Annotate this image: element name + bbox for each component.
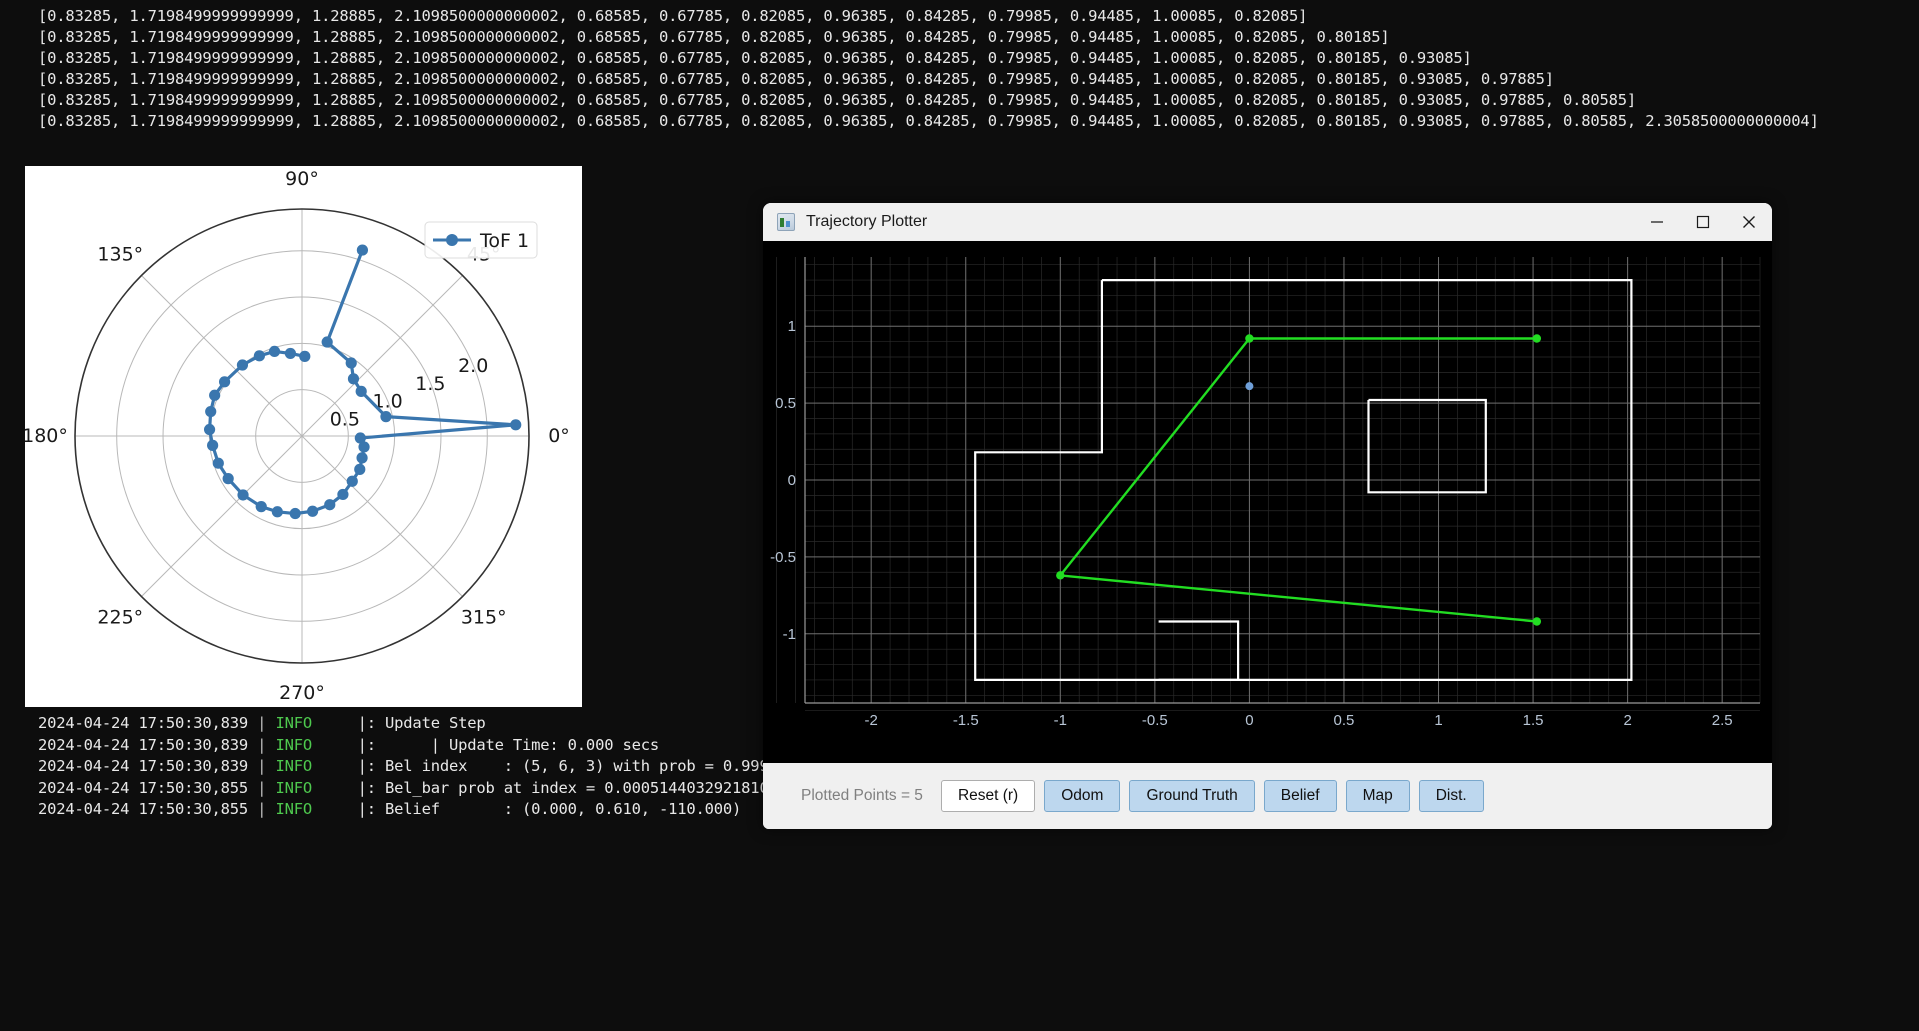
polar-legend: ToF 1 bbox=[424, 221, 538, 259]
polar-legend-label: ToF 1 bbox=[479, 230, 529, 252]
terminal-line: [0.83285, 1.7198499999999999, 1.28885, 2… bbox=[38, 7, 1308, 25]
log-level: INFO bbox=[275, 735, 312, 754]
log-separator: | bbox=[257, 735, 276, 754]
traj-x-tick: 2 bbox=[1623, 712, 1631, 729]
log-timestamp: 2024-04-24 17:50:30,855 bbox=[38, 778, 258, 797]
log-timestamp: 2024-04-24 17:50:30,839 bbox=[38, 714, 258, 732]
log-message: |: | Update Time: 0.000 secs bbox=[357, 735, 660, 754]
log-pad bbox=[312, 779, 358, 797]
plotter-toolbar: Plotted Points = 5 Reset (r) Odom Ground T… bbox=[763, 763, 1772, 829]
traj-y-tick: 1 bbox=[788, 318, 796, 335]
polar-angle-tick: 0° bbox=[548, 425, 570, 447]
maximize-button[interactable] bbox=[1680, 203, 1726, 241]
log-separator: | bbox=[257, 714, 276, 732]
terminal-line: [0.83285, 1.7198499999999999, 1.28885, 2… bbox=[38, 70, 1554, 88]
terminal-line: [0.83285, 1.7198499999999999, 1.28885, 2… bbox=[38, 91, 1637, 109]
log-separator: | bbox=[257, 800, 276, 818]
trajectory-point bbox=[1532, 617, 1542, 626]
traj-x-tick: -1 bbox=[1054, 712, 1067, 729]
toolbar-button-ground-truth[interactable]: Ground Truth bbox=[1129, 780, 1255, 812]
traj-x-tick: 2.5 bbox=[1712, 712, 1733, 729]
polar-angle-tick: 90° bbox=[285, 168, 319, 190]
polar-radial-tick: 1.5 bbox=[415, 373, 445, 395]
trajectory-plotter-window: Trajectory Plotter -2 -1.5 -1 -0.5 0 0.5 1 1.5 bbox=[763, 203, 1772, 829]
window-titlebar[interactable]: Trajectory Plotter bbox=[763, 203, 1772, 241]
traj-y-tick: -0.5 bbox=[770, 549, 796, 566]
log-timestamp: 2024-04-24 17:50:30,839 bbox=[38, 735, 258, 754]
log-timestamp: 2024-04-24 17:50:30,839 bbox=[38, 757, 258, 775]
traj-x-tick: 0 bbox=[1245, 712, 1253, 729]
polar-radial-tick: 0.5 bbox=[330, 408, 360, 430]
trajectory-point bbox=[1245, 334, 1254, 343]
trajectory-point bbox=[1532, 334, 1542, 343]
toolbar-button-belief[interactable]: Belief bbox=[1263, 780, 1337, 812]
log-pad bbox=[312, 714, 358, 732]
close-button[interactable] bbox=[1726, 203, 1772, 241]
traj-y-tick: 0.5 bbox=[775, 395, 796, 412]
maximize-icon bbox=[1696, 215, 1710, 229]
traj-x-tick: -0.5 bbox=[1142, 712, 1168, 729]
log-level: INFO bbox=[275, 757, 312, 775]
traj-y-tick: 0 bbox=[788, 472, 796, 489]
log-message: |: Bel index : (5, 6, 3) with prob = 0.9… bbox=[357, 757, 787, 775]
polar-angle-tick: 135° bbox=[97, 243, 143, 265]
terminal-output-top: [0.83285, 1.7198499999999999, 1.28885, 2… bbox=[0, 0, 1919, 168]
window-controls bbox=[1634, 203, 1772, 241]
terminal-line: [0.83285, 1.7198499999999999, 1.28885, 2… bbox=[38, 28, 1390, 46]
minimize-button[interactable] bbox=[1634, 203, 1680, 241]
terminal-line: [0.83285, 1.7198499999999999, 1.28885, 2… bbox=[38, 49, 1472, 67]
polar-radial-tick: 2.0 bbox=[458, 355, 488, 377]
polar-angle-tick: 270° bbox=[279, 682, 325, 704]
trajectory-point bbox=[1245, 382, 1254, 391]
polar-angle-tick: 225° bbox=[97, 607, 143, 629]
traj-x-tick: 1.5 bbox=[1523, 712, 1544, 729]
toolbar-button-map[interactable]: Map bbox=[1345, 780, 1410, 812]
log-level: INFO bbox=[275, 714, 312, 732]
log-level: INFO bbox=[275, 778, 312, 797]
close-icon bbox=[1743, 216, 1755, 228]
log-separator: | bbox=[257, 778, 276, 797]
log-pad bbox=[312, 800, 358, 818]
chart-window-icon bbox=[777, 213, 795, 231]
log-separator: | bbox=[257, 757, 276, 775]
log-pad bbox=[312, 736, 358, 754]
plotted-points-status: Plotted Points = 5 bbox=[801, 787, 923, 804]
window-title: Trajectory Plotter bbox=[806, 213, 928, 230]
toolbar-button-dist[interactable]: Dist. bbox=[1418, 780, 1484, 812]
toolbar-button-group: Reset (r) Odom Ground Truth Belief Map Dist. bbox=[940, 780, 1493, 812]
log-pad bbox=[312, 757, 358, 775]
polar-chart: 0°45°90°135°180°225°270°315°0.51.01.52.0… bbox=[25, 166, 582, 707]
polar-angle-tick: 180° bbox=[25, 425, 68, 447]
terminal-line: [0.83285, 1.7198499999999999, 1.28885, 2… bbox=[38, 112, 1819, 130]
trajectory-plot-area: -2 -1.5 -1 -0.5 0 0.5 1 1.5 2 2.5 1 0.5 0 -0.5 -1 bbox=[763, 241, 1772, 763]
polar-angle-tick: 315° bbox=[461, 607, 507, 629]
log-message: |: Update Step bbox=[357, 714, 486, 732]
log-message: |: Bel_bar prob at index = 0.00051440329… bbox=[357, 778, 778, 797]
log-message: |: Belief : (0.000, 0.610, -110.000) bbox=[357, 800, 742, 818]
traj-x-tick: 0.5 bbox=[1334, 712, 1355, 729]
trajectory-chart: -2 -1.5 -1 -0.5 0 0.5 1 1.5 2 2.5 1 0.5 0 -0.5 -1 bbox=[763, 251, 1772, 763]
traj-y-tick: -1 bbox=[783, 626, 796, 643]
traj-x-tick: -1.5 bbox=[953, 712, 979, 729]
polar-plot-panel: 0°45°90°135°180°225°270°315°0.51.01.52.0… bbox=[25, 166, 582, 707]
log-timestamp: 2024-04-24 17:50:30,855 bbox=[38, 800, 258, 818]
trajectory-point bbox=[1056, 571, 1065, 580]
traj-x-tick: 1 bbox=[1434, 712, 1442, 729]
log-level: INFO bbox=[275, 800, 312, 818]
minimize-icon bbox=[1651, 221, 1663, 223]
toolbar-button-reset-r[interactable]: Reset (r) bbox=[940, 780, 1036, 812]
traj-x-tick: -2 bbox=[865, 712, 878, 729]
toolbar-button-odom[interactable]: Odom bbox=[1044, 780, 1121, 812]
